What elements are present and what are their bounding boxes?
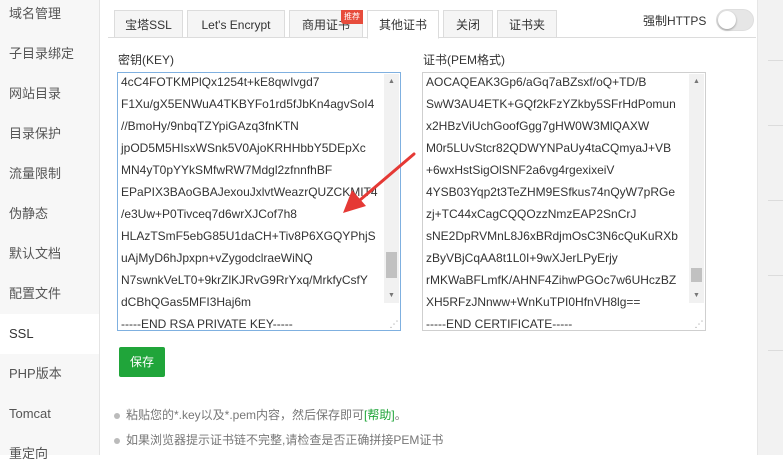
cert-text-line: +6wxHstSigOlSNF2a6vg4rgexixeiV [426,163,615,177]
scroll-down-icon[interactable]: ▼ [689,288,704,303]
sidebar: 域名管理 子目录绑定 网站目录 目录保护 流量限制 伪静态 默认文档 配置文件 … [0,0,100,461]
cert-text-line: M0r5LUvStcr82QDWYNPaUy4taCQmyaJ+VB [426,141,672,155]
scroll-up-icon[interactable]: ▲ [384,74,399,89]
sidebar-item-php[interactable]: PHP版本 [0,354,99,394]
cert-scroll-thumb[interactable] [691,268,702,283]
cert-text-line: zByVBjCqAA8t1L0I+9wXJerLPyErjy [426,251,618,265]
key-text-line: uAjMyD6hJpxpn+vZygodclraeWiNQ [121,251,313,265]
force-https-toggle[interactable] [716,9,754,31]
note-cert-chain: 如果浏览器提示证书链不完整,请检查是否正确拼接PEM证书 [114,431,443,448]
key-text-line: //BmoHy/9nbqTZYpiGAzq3fnKTN [121,119,299,133]
cert-text-line: SwW3AU4ETK+GQf2kFzYZkby5SFrHdPomun [426,97,676,111]
key-text-line: 4cC4FOTKMPlQx1254t+kE8qwIvgd7 [121,75,320,89]
note-text: 如果浏览器提示证书链不完整,请检查是否正确拼接PEM证书 [126,433,444,447]
backdrop-divider [768,60,783,61]
key-text-line: dCBhQGas5MFI3Haj6m [121,295,252,309]
tab-bt-ssl[interactable]: 宝塔SSL [114,10,183,38]
key-text-line: /e3Uw+P0Tivceq7d6wrXJCof7h8 [121,207,297,221]
cert-field-label: 证书(PEM格式) [423,53,505,67]
key-text-line: HLAzTSmF5ebG85U1daCH+Tiv8P6XGQYPhjS [121,229,376,243]
sidebar-item-rewrite[interactable]: 伪静态 [0,194,99,234]
cert-text-line: x2HBzViUchGoofGgg7gHW0W3MlQAXW [426,119,650,133]
backdrop-divider [768,275,783,276]
backdrop-divider [768,200,783,201]
tab-other-cert[interactable]: 其他证书 [367,10,439,39]
key-textarea[interactable]: 4cC4FOTKMPlQx1254t+kE8qwIvgd7 F1Xu/gX5EN… [117,72,401,331]
sidebar-item-site-dir[interactable]: 网站目录 [0,74,99,114]
backdrop-divider [768,350,783,351]
key-text-line: -----END RSA PRIVATE KEY----- [121,317,293,331]
note-paste-instructions: 粘贴您的*.key以及*.pem内容，然后保存即可[帮助]。 [114,406,407,423]
save-button[interactable]: 保存 [119,347,165,377]
key-text-line: EPaPIX3BAoGBAJexouJxlvtWeazrQUZCKMIT4 [121,185,378,199]
key-text-line: jpOD5M5HIsxWSnk5V0AjoKRHHbbY5DEpXc [121,141,366,155]
sidebar-item-dir-protect[interactable]: 目录保护 [0,114,99,154]
bullet-icon [114,437,120,444]
toggle-knob [718,11,736,29]
bullet-icon [114,412,120,419]
tab-lets-encrypt[interactable]: Let's Encrypt [187,10,285,38]
sidebar-item-traffic[interactable]: 流量限制 [0,154,99,194]
cert-text-line: -----END CERTIFICATE----- [426,317,573,331]
cert-text-line: sNE2DpRVMnL8J6xBRdjmOsC3N6cQuKuRXb [426,229,678,243]
key-scroll-thumb[interactable] [386,252,397,279]
background-window-edge [757,0,783,455]
sidebar-item-tomcat[interactable]: Tomcat [0,394,99,434]
key-field-label: 密钥(KEY) [118,53,175,67]
cert-text-line: XH5RFzJNnww+WnKuTPI0HfnVH8lg== [426,295,641,309]
sidebar-item-redirect[interactable]: 重定向 [0,434,99,474]
backdrop-divider [768,125,783,126]
recommend-badge: 推荐 [341,10,363,24]
tab-close[interactable]: 关闭 [443,10,493,38]
sidebar-item-ssl[interactable]: SSL [0,314,99,354]
help-link[interactable]: [帮助] [364,408,395,422]
cert-scrollbar[interactable]: ▲ ▼ [689,74,704,303]
key-text-line: N7swnkVeLT0+9krZlKJRvG9RrYxq/MrkfyCsfY [121,273,368,287]
scroll-down-icon[interactable]: ▼ [384,288,399,303]
sidebar-item-default-doc[interactable]: 默认文档 [0,234,99,274]
sidebar-item-subdir[interactable]: 子目录绑定 [0,34,99,74]
sidebar-item-domain[interactable]: 域名管理 [0,0,99,34]
cert-text-line: 4YSB03Yqp2t3TeZHM9ESfkus74nQyW7pRGe [426,185,676,199]
cert-text-line: zj+TC44xCagCQQOzzNmzEAP2SnCrJ [426,207,637,221]
tab-commercial[interactable]: 商用证书 推荐 [289,10,363,38]
resize-grip-icon[interactable]: ⋰ [694,319,704,329]
cert-textarea[interactable]: AOCAQEAK3Gp6/aGq7aBZsxf/oQ+TD/B SwW3AU4E… [422,72,706,331]
cert-text-line: AOCAQEAK3Gp6/aGq7aBZsxf/oQ+TD/B [426,75,647,89]
key-scrollbar[interactable]: ▲ ▼ [384,74,399,303]
key-text-line: MN4yT0pYYkSMfwRW7Mdgl2zfnnfhBF [121,163,333,177]
scroll-up-icon[interactable]: ▲ [689,74,704,89]
cert-text-line: rMKWaBFLmfK/AHNF4ZihwPGOc7w6UHczBZ [426,273,677,287]
resize-grip-icon[interactable]: ⋰ [389,319,399,329]
tab-cert-folder[interactable]: 证书夹 [497,10,557,38]
note-text-end: 。 [394,408,407,422]
key-text-line: F1Xu/gX5ENWuA4TKBYFo1rd5fJbKn4agvSoI4 [121,97,375,111]
force-https-label: 强制HTTPS [643,14,707,28]
sidebar-item-config[interactable]: 配置文件 [0,274,99,314]
note-text: 粘贴您的*.key以及*.pem内容，然后保存即可 [126,408,365,422]
